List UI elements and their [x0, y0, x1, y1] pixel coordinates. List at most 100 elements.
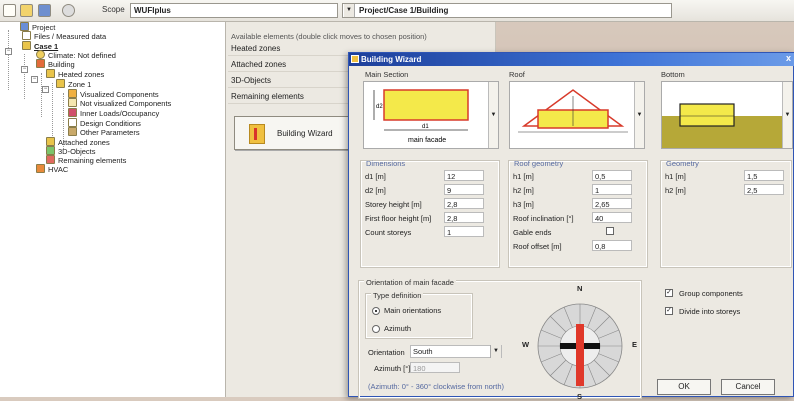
scope-select[interactable]: WUFIplus — [130, 3, 338, 18]
count-storeys-input[interactable]: 1 — [444, 226, 484, 237]
path-value: Project/Case 1/Building — [359, 6, 449, 15]
compass-east: E — [632, 340, 638, 349]
dialog-title-bar[interactable]: Building Wizard — [349, 53, 794, 66]
orientation-group: Orientation of main facade Type definiti… — [358, 278, 642, 401]
roof-h2-label: h2 [m] — [513, 186, 534, 195]
cube-icon — [46, 146, 55, 155]
d1-input[interactable]: 12 — [444, 170, 484, 181]
roof-geometry-group: Roof geometry h1 [m] 0,5 h2 [m] 1 h3 [m]… — [508, 159, 648, 268]
first-floor-height-label: First floor height [m] — [365, 214, 432, 223]
gable-ends-label: Gable ends — [513, 228, 552, 237]
chevron-down-icon[interactable]: ▼ — [782, 82, 792, 148]
tree-item-not-visualized-components[interactable]: Not visualized Components — [68, 98, 171, 108]
group-components-label: Group components — [679, 289, 743, 298]
bottom-h1-input[interactable]: 1,5 — [744, 170, 784, 181]
main-section-label: Main Section — [365, 70, 409, 79]
orientation-title: Orientation of main facade — [364, 278, 456, 287]
group-components-checkbox[interactable]: ✓ — [665, 289, 673, 297]
orientation-select[interactable]: South ▼ — [410, 345, 502, 358]
dimensions-title: Dimensions — [366, 159, 406, 168]
building-wizard-label: Building Wizard — [277, 129, 333, 138]
compass-north: N — [577, 284, 583, 293]
house-icon — [22, 41, 31, 50]
document-icon — [22, 31, 31, 40]
divide-storeys-label: Divide into storeys — [679, 307, 741, 316]
tree-item-heated-zones[interactable]: Heated zones — [46, 69, 104, 79]
bottom-h1-label: h1 [m] — [665, 172, 686, 181]
roof-h2-input[interactable]: 1 — [592, 184, 632, 195]
bottom-h2-input[interactable]: 2,5 — [744, 184, 784, 195]
divide-storeys-checkbox[interactable]: ✓ — [665, 307, 673, 315]
roof-label: Roof — [509, 70, 525, 79]
wizard-icon — [249, 124, 265, 144]
d2-label: d2 [m] — [365, 186, 386, 195]
roof-preview[interactable]: ▼ — [509, 81, 645, 149]
settings-icon — [68, 127, 77, 136]
chevron-down-icon[interactable]: ▼ — [488, 82, 498, 148]
tree-item-other-parameters[interactable]: Other Parameters — [68, 127, 140, 137]
main-orientations-radio[interactable] — [372, 307, 380, 315]
chevron-down-icon: ▼ — [344, 4, 355, 17]
save-icon[interactable] — [38, 4, 51, 17]
tree-item-inner-loads[interactable]: Inner Loads/Occupancy — [68, 108, 159, 118]
roof-inclination-input[interactable]: 40 — [592, 212, 632, 223]
main-section-preview[interactable]: d1 d2 main facade ▼ — [363, 81, 499, 149]
storey-height-label: Storey height [m] — [365, 200, 422, 209]
tree-item-building[interactable]: Building — [36, 59, 75, 69]
azimuth-radio[interactable] — [372, 325, 380, 333]
element-icon — [46, 155, 55, 164]
roof-drawing — [518, 89, 628, 133]
bottom-label: Bottom — [661, 70, 685, 79]
d1-label: d1 [m] — [365, 172, 386, 181]
azimuth-hint: (Azimuth: 0° - 360° clockwise from north… — [368, 382, 505, 391]
open-folder-icon[interactable] — [20, 4, 33, 17]
azimuth-label: Azimuth [°] — [374, 364, 411, 373]
building-wizard-button[interactable]: Building Wizard — [234, 116, 352, 150]
orientation-label: Orientation — [368, 348, 405, 357]
chevron-down-icon: ▼ — [490, 345, 501, 358]
path-select[interactable]: ▼ Project/Case 1/Building — [342, 3, 672, 18]
bottom-preview[interactable]: ▼ — [661, 81, 793, 149]
close-icon[interactable]: x — [786, 53, 791, 63]
roof-h1-input[interactable]: 0,5 — [592, 170, 632, 181]
roof-geometry-title: Roof geometry — [514, 159, 564, 168]
roof-h3-input[interactable]: 2,65 — [592, 198, 632, 209]
dimensions-group: Dimensions d1 [m] 12 d2 [m] 9 Storey hei… — [360, 159, 500, 268]
tree-item-files[interactable]: Files / Measured data — [22, 31, 106, 41]
roof-offset-input[interactable]: 0,8 — [592, 240, 632, 251]
roof-offset-label: Roof offset [m] — [513, 242, 562, 251]
house-icon — [56, 79, 65, 88]
building-wizard-dialog: Building Wizard x Main Section Roof Bott… — [348, 52, 794, 401]
bottom-drawing — [662, 103, 784, 148]
d1-label: d1 — [422, 124, 429, 130]
hvac-icon — [36, 164, 45, 173]
chevron-down-icon[interactable]: ▼ — [634, 82, 644, 148]
tree-item-hvac[interactable]: HVAC — [36, 164, 68, 174]
wizard-icon — [351, 55, 359, 63]
type-definition-title: Type definition — [371, 291, 424, 300]
project-tree: − − − − Project Files / Measured data Ca… — [0, 22, 226, 397]
compass-rose[interactable] — [530, 294, 630, 394]
house-icon — [46, 137, 55, 146]
first-floor-height-input[interactable]: 2,8 — [444, 212, 484, 223]
scope-value: WUFIplus — [134, 6, 171, 15]
building-icon — [36, 59, 45, 68]
roof-h1-label: h1 [m] — [513, 172, 534, 181]
bottom-h2-label: h2 [m] — [665, 186, 686, 195]
cancel-button[interactable]: Cancel — [721, 379, 775, 395]
azimuth-input[interactable]: 180 — [410, 362, 460, 373]
gable-ends-checkbox[interactable] — [606, 227, 614, 235]
tree-item-zone-1[interactable]: Zone 1 — [56, 79, 91, 89]
help-icon[interactable] — [62, 4, 75, 17]
d2-input[interactable]: 9 — [444, 184, 484, 195]
dialog-title: Building Wizard — [361, 55, 422, 64]
house-icon — [46, 69, 55, 78]
roof-inclination-label: Roof inclination [°] — [513, 214, 574, 223]
roof-icon — [68, 89, 77, 98]
new-file-icon[interactable] — [3, 4, 16, 17]
storey-height-input[interactable]: 2,8 — [444, 198, 484, 209]
geometry-title: Geometry — [666, 159, 699, 168]
geometry-group: Geometry h1 [m] 1,5 h2 [m] 2,5 — [660, 159, 792, 268]
main-facade-caption: main facade — [408, 137, 446, 144]
ok-button[interactable]: OK — [657, 379, 711, 395]
